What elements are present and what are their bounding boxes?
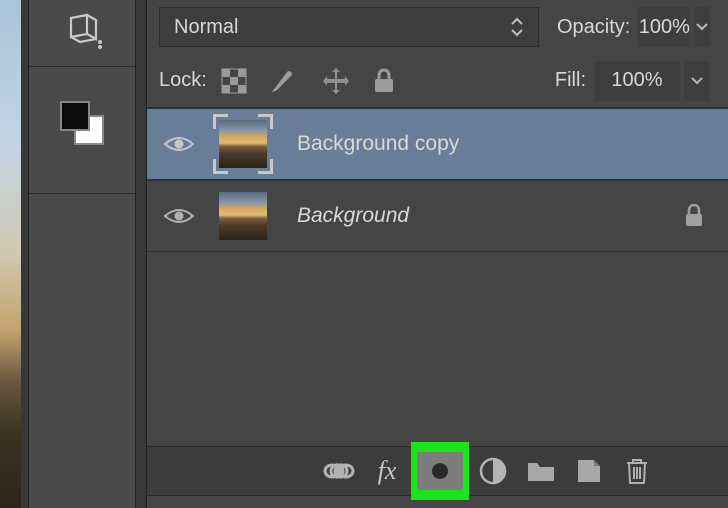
new-layer-button[interactable] [565, 447, 613, 495]
fill-value[interactable]: 100% [594, 61, 680, 101]
lock-transparency-icon[interactable] [221, 66, 247, 96]
add-mask-button[interactable] [411, 442, 469, 500]
lock-icon [684, 204, 704, 228]
tool-column [28, 0, 136, 508]
layer-thumbnail[interactable] [211, 184, 275, 248]
fill-dropdown[interactable] [684, 61, 710, 101]
lock-pixels-icon[interactable] [269, 66, 299, 96]
tool-3d[interactable] [29, 0, 135, 67]
layer-row[interactable]: Background copy [147, 108, 728, 180]
tool-foreground-background[interactable] [29, 67, 135, 194]
fx-button[interactable]: fx [363, 447, 411, 495]
link-layers-button[interactable] [315, 447, 363, 495]
opacity-dropdown[interactable] [694, 7, 710, 47]
visibility-toggle[interactable] [147, 180, 211, 252]
blend-mode-label: Normal [174, 16, 238, 39]
delete-layer-button[interactable] [613, 447, 661, 495]
visibility-toggle[interactable] [147, 108, 211, 180]
adjustment-layer-button[interactable] [469, 447, 517, 495]
fill-label: Fill: [555, 69, 586, 92]
layer-list: Background copy Background [147, 108, 728, 252]
new-group-button[interactable] [517, 447, 565, 495]
opacity-label: Opacity: [557, 16, 630, 39]
layer-thumbnail[interactable] [211, 112, 275, 176]
lock-label: Lock: [159, 69, 207, 92]
layers-bottombar: fx [147, 446, 728, 496]
opacity-value[interactable]: 100% [638, 7, 690, 47]
select-chevrons-icon [510, 17, 524, 37]
lock-position-icon[interactable] [321, 66, 351, 96]
layer-name[interactable]: Background copy [297, 132, 728, 156]
layer-row[interactable]: Background [147, 180, 728, 252]
blend-mode-select[interactable]: Normal [159, 7, 539, 47]
lock-all-icon[interactable] [373, 66, 395, 96]
layer-name[interactable]: Background [297, 204, 684, 228]
layers-panel: Normal Opacity: 100% Lock: [146, 0, 728, 508]
canvas-preview-strip [0, 0, 21, 508]
